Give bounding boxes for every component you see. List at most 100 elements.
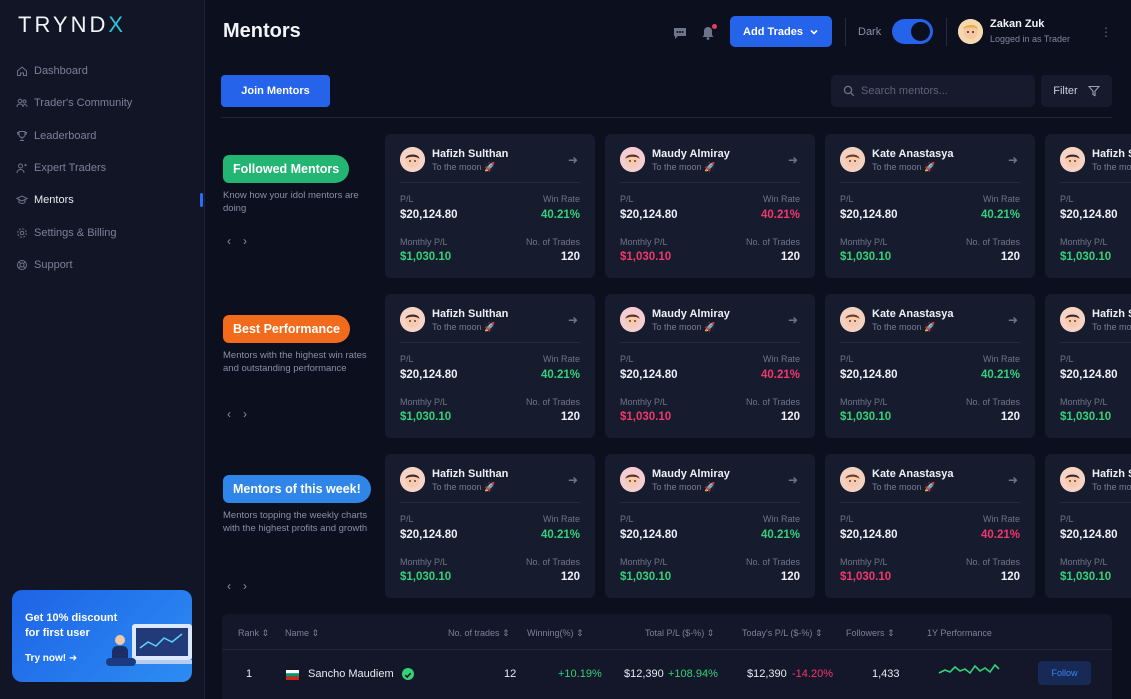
mentor-name: Kate Anastasya: [872, 148, 954, 160]
chevron-right-icon[interactable]: ›: [243, 407, 247, 421]
mentor-card[interactable]: Maudy Almiray To the moon 🚀 ➜ P/L Win Rate $2…: [605, 134, 815, 278]
bulgaria-flag-icon: [286, 670, 299, 680]
mentor-card[interactable]: Hafizh SulthanTo the moon 🚀➜P/LWin Rate$…: [1045, 294, 1131, 438]
bell-icon[interactable]: [699, 24, 717, 42]
carousel-nav: ‹ ›: [227, 579, 247, 593]
user-star-icon: [16, 162, 28, 174]
add-trades-label: Add Trades: [743, 25, 803, 38]
mentor-card[interactable]: Hafizh SulthanTo the moon 🚀➜P/LWin Rate$…: [1045, 134, 1131, 278]
sidebar-item-trader-s-community[interactable]: Trader's Community: [0, 87, 205, 119]
avatar[interactable]: [958, 19, 983, 44]
column-header-winning[interactable]: Winning(%) ⇕: [527, 628, 584, 639]
win-rate-value: 40.21%: [760, 209, 800, 221]
pl-label: P/L: [1060, 354, 1074, 364]
mentor-card[interactable]: Hafizh SulthanTo the moon 🚀➜P/LWin Rate$…: [385, 134, 595, 278]
mentor-card[interactable]: Kate Anastasya To the moon 🚀 ➜ P/L Win Rate $…: [825, 454, 1035, 598]
promo-cta-label: Try now!: [25, 653, 67, 664]
monthly-pl-label: Monthly P/L: [840, 397, 888, 407]
total-pct-cell: +108.94%: [668, 668, 718, 680]
filter-button[interactable]: Filter: [1041, 75, 1112, 107]
sidebar-item-dashboard[interactable]: Dashboard: [0, 55, 205, 87]
logo-accent: X: [108, 12, 127, 37]
arrow-right-icon[interactable]: ➜: [568, 153, 578, 167]
mentor-card[interactable]: Kate Anastasya To the moon 🚀 ➜ P/L Win Rate $…: [825, 134, 1035, 278]
column-header-total-pl[interactable]: Total P/L ($-%) ⇕: [645, 628, 714, 639]
logo[interactable]: TRYNDX: [18, 12, 126, 38]
column-header-rank[interactable]: Rank ⇕: [238, 628, 269, 639]
arrow-right-icon[interactable]: ➜: [1008, 473, 1018, 487]
chevron-left-icon[interactable]: ‹: [227, 579, 231, 593]
trades-label: No. of Trades: [965, 557, 1020, 567]
monthly-pl-label: Monthly P/L: [620, 397, 668, 407]
monthly-pl-value: $1,030.10: [1060, 411, 1112, 423]
section-title: Mentors of this week!: [223, 475, 371, 503]
chevron-right-icon[interactable]: ›: [243, 234, 247, 248]
chevron-left-icon[interactable]: ‹: [227, 407, 231, 421]
arrow-right-icon[interactable]: ➜: [788, 473, 798, 487]
section-title: Followed Mentors: [223, 155, 350, 183]
arrow-right-icon[interactable]: ➜: [788, 153, 798, 167]
mentor-tagline: To the moon 🚀: [652, 322, 716, 332]
section-description: Know how your idol mentors are doing: [223, 190, 359, 214]
trades-label: No. of Trades: [965, 397, 1020, 407]
total-pl-cell: $12,390: [624, 668, 664, 680]
arrow-right-icon[interactable]: ➜: [788, 313, 798, 327]
sidebar-item-support[interactable]: Support: [0, 249, 205, 281]
mentor-name: Hafizh Sulthan: [432, 308, 509, 320]
column-header-today-pl[interactable]: Today's P/L ($-%) ⇕: [742, 628, 822, 639]
monthly-pl-label: Monthly P/L: [400, 237, 448, 247]
sidebar-item-expert-traders[interactable]: Expert Traders: [0, 152, 205, 184]
today-pct-cell: -14.20%: [792, 668, 833, 680]
avatar: [400, 307, 425, 332]
arrow-right-icon[interactable]: ➜: [1008, 153, 1018, 167]
pl-value: $20,124.80: [840, 369, 898, 381]
promo-cta-button[interactable]: Try now! ➜: [25, 653, 77, 664]
section-description: Mentors topping the weekly charts with t…: [223, 510, 368, 534]
divider: [221, 117, 1112, 118]
mentor-card[interactable]: Hafizh SulthanTo the moon 🚀➜P/LWin Rate$…: [385, 454, 595, 598]
arrow-right-icon[interactable]: ➜: [1008, 313, 1018, 327]
section-title: Best Performance: [223, 315, 350, 343]
promo-banner[interactable]: Get 10% discount for first user Try now!…: [12, 590, 192, 682]
win-rate-label: Win Rate: [542, 514, 580, 524]
mentor-card[interactable]: Maudy Almiray To the moon 🚀 ➜ P/L Win Rate $2…: [605, 294, 815, 438]
arrow-right-icon[interactable]: ➜: [568, 473, 578, 487]
sidebar-item-leaderboard[interactable]: Leaderboard: [0, 120, 205, 152]
column-header-name[interactable]: Name ⇕: [285, 628, 319, 639]
arrow-right-icon[interactable]: ➜: [568, 313, 578, 327]
carousel-nav: ‹ ›: [227, 407, 247, 421]
chevron-right-icon[interactable]: ›: [243, 579, 247, 593]
mentor-card[interactable]: Hafizh SulthanTo the moon 🚀➜P/LWin Rate$…: [385, 294, 595, 438]
trades-label: No. of Trades: [745, 557, 800, 567]
trades-label: No. of Trades: [525, 397, 580, 407]
search-input[interactable]: [861, 85, 1021, 97]
add-trades-button[interactable]: Add Trades: [730, 16, 832, 47]
mentor-section: Followed Mentors Know how your idol mento…: [221, 134, 1131, 280]
divider: [946, 18, 947, 46]
page-title: Mentors: [223, 20, 301, 42]
win-rate-label: Win Rate: [762, 514, 800, 524]
mentor-card[interactable]: Maudy Almiray To the moon 🚀 ➜ P/L Win Rate $2…: [605, 454, 815, 598]
chat-icon[interactable]: [671, 24, 689, 42]
mentor-card[interactable]: Hafizh SulthanTo the moon 🚀➜P/LWin Rate$…: [1045, 454, 1131, 598]
chevron-left-icon[interactable]: ‹: [227, 234, 231, 248]
column-header-followers[interactable]: Followers ⇕: [846, 628, 895, 639]
sidebar-item-settings-billing[interactable]: Settings & Billing: [0, 216, 205, 248]
join-mentors-button[interactable]: Join Mentors: [221, 75, 330, 107]
mentor-card[interactable]: Kate Anastasya To the moon 🚀 ➜ P/L Win Rate $…: [825, 294, 1035, 438]
divider: [840, 342, 1020, 343]
follow-button[interactable]: Follow: [1038, 661, 1091, 685]
theme-toggle[interactable]: [892, 19, 933, 44]
pl-label: P/L: [620, 194, 634, 204]
name-cell[interactable]: Sancho Maudiem: [308, 668, 394, 680]
sidebar-nav: Dashboard Trader's Community Leaderboard Ex…: [0, 55, 205, 281]
avatar: [1060, 147, 1085, 172]
mentor-tagline: To the moon 🚀: [432, 482, 496, 492]
win-rate-label: Win Rate: [542, 354, 580, 364]
column-header-trades[interactable]: No. of trades ⇕: [448, 628, 510, 639]
sidebar-item-mentors[interactable]: Mentors: [0, 184, 205, 216]
more-vertical-icon[interactable]: ⋮: [1100, 24, 1112, 40]
search-box[interactable]: [831, 75, 1035, 107]
win-rate-value: 40.21%: [980, 369, 1020, 381]
monthly-pl-value: $1,030.10: [620, 571, 672, 583]
